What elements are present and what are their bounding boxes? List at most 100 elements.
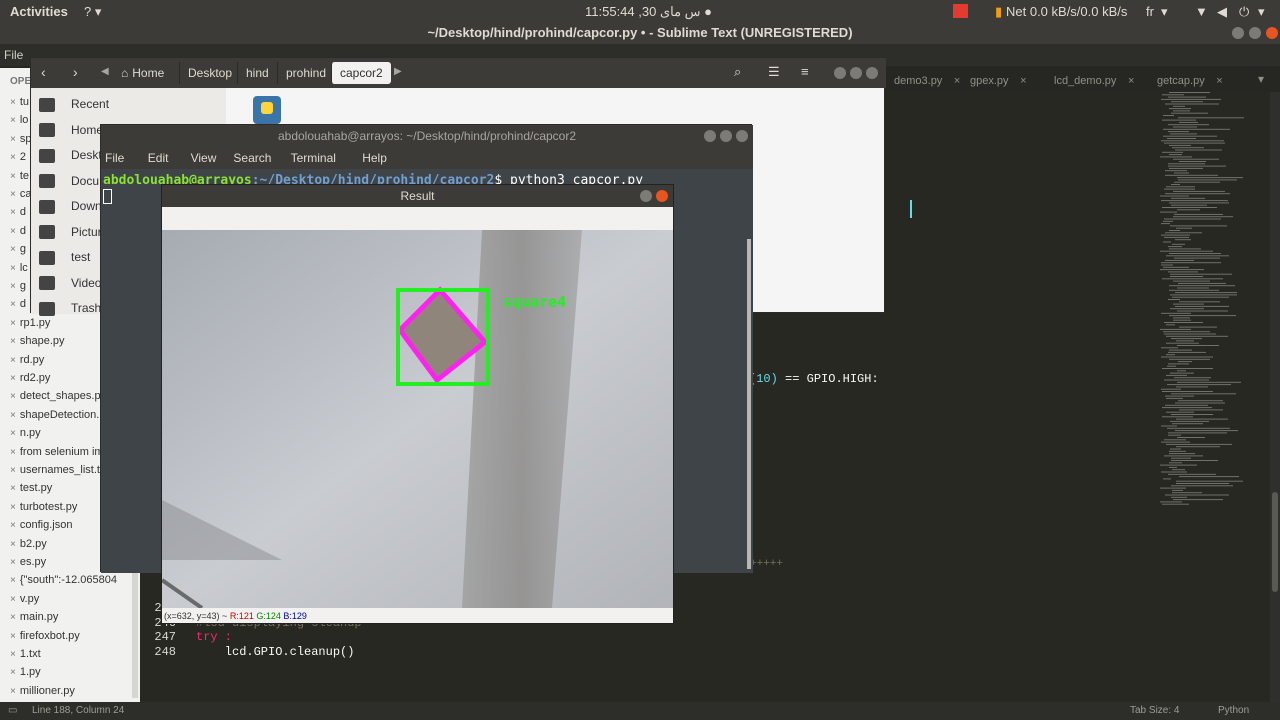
- camera-frame[interactable]: square4: [162, 230, 673, 608]
- crumb-prohind[interactable]: prohind: [277, 62, 334, 84]
- close-icon[interactable]: ×: [10, 373, 16, 384]
- close-icon[interactable]: ×: [10, 244, 16, 255]
- place-item[interactable]: Down: [39, 194, 102, 218]
- minimize-button[interactable]: [834, 67, 846, 79]
- sidebar-file-item[interactable]: × main.py: [10, 609, 130, 625]
- red-status-icon[interactable]: [953, 4, 968, 18]
- close-icon[interactable]: ×: [10, 391, 16, 402]
- close-icon[interactable]: ×: [10, 318, 16, 329]
- place-item[interactable]: Home: [39, 118, 103, 142]
- maximize-button[interactable]: [720, 130, 732, 142]
- sidebar-file-item[interactable]: × 1.txt: [10, 646, 130, 662]
- tab-overflow-icon[interactable]: ▾: [1258, 72, 1264, 86]
- close-button[interactable]: [866, 67, 878, 79]
- close-icon[interactable]: ×: [10, 557, 16, 568]
- close-icon[interactable]: ×: [1020, 71, 1026, 91]
- sidebar-file-item[interactable]: × {"south":-12.065804: [10, 572, 130, 588]
- menu-icon[interactable]: ≡: [801, 64, 809, 79]
- terminal-scrollbar[interactable]: [747, 239, 751, 569]
- close-icon[interactable]: ×: [10, 631, 16, 642]
- close-icon[interactable]: ×: [10, 336, 16, 347]
- network-speed[interactable]: Net 0.0 kB/s/0.0 kB/s: [1006, 4, 1127, 19]
- tab-demo3[interactable]: demo3.py ×: [880, 71, 960, 91]
- menu-file[interactable]: File: [4, 48, 23, 62]
- close-icon[interactable]: ×: [1128, 71, 1134, 91]
- status-icon[interactable]: ▭: [8, 705, 17, 716]
- crumb-left-icon[interactable]: ◀: [101, 66, 109, 77]
- minimize-button[interactable]: [1232, 27, 1244, 39]
- tab-size[interactable]: Tab Size: 4: [1130, 705, 1179, 716]
- close-icon[interactable]: ×: [10, 612, 16, 623]
- close-icon[interactable]: ×: [10, 428, 16, 439]
- place-item[interactable]: Deskt: [39, 143, 102, 167]
- scrollbar-thumb[interactable]: [1272, 492, 1278, 592]
- close-button[interactable]: [1266, 27, 1278, 39]
- close-icon[interactable]: ×: [10, 171, 16, 182]
- sidebar-file-item[interactable]: × millioner.py: [10, 683, 130, 699]
- crumb-hind[interactable]: hind: [237, 62, 277, 84]
- close-icon[interactable]: ×: [10, 115, 16, 126]
- chevron-down-icon[interactable]: ▾: [1258, 4, 1265, 20]
- tab-gpex[interactable]: gpex.py ×: [956, 71, 1027, 91]
- place-item[interactable]: test: [39, 245, 90, 269]
- close-icon[interactable]: ×: [10, 465, 16, 476]
- crumb-home[interactable]: ⌂ Home: [113, 62, 172, 84]
- syntax-indicator[interactable]: Python: [1218, 705, 1249, 716]
- tab-getcap[interactable]: getcap.py ×: [1143, 71, 1223, 91]
- close-icon[interactable]: ×: [10, 502, 16, 513]
- activities-button[interactable]: Activities: [10, 4, 68, 19]
- maximize-button[interactable]: [1249, 27, 1261, 39]
- sidebar-file-item[interactable]: × v.py: [10, 591, 130, 607]
- list-view-icon[interactable]: ☰: [768, 64, 780, 80]
- close-icon[interactable]: ×: [10, 594, 16, 605]
- close-icon[interactable]: ×: [10, 686, 16, 697]
- place-item[interactable]: Docu: [39, 169, 99, 193]
- close-icon[interactable]: ×: [10, 97, 16, 108]
- close-icon[interactable]: ×: [10, 207, 16, 218]
- terminal-menu-item[interactable]: Help: [362, 151, 387, 165]
- sidebar-file-item[interactable]: × firefoxbot.py: [10, 628, 130, 644]
- python-file-icon[interactable]: [253, 96, 281, 124]
- terminal-menu-item[interactable]: Search: [233, 151, 271, 165]
- close-icon[interactable]: ×: [10, 649, 16, 660]
- terminal-menu-item[interactable]: View: [191, 151, 217, 165]
- close-icon[interactable]: ×: [10, 410, 16, 421]
- close-icon[interactable]: ×: [10, 134, 16, 145]
- volume-icon[interactable]: ◀: [1217, 4, 1227, 20]
- close-icon[interactable]: ×: [10, 281, 16, 292]
- sidebar-file-item[interactable]: × 1.py: [10, 664, 130, 680]
- terminal-menu-item[interactable]: Edit: [148, 151, 169, 165]
- crumb-desktop[interactable]: Desktop: [179, 62, 240, 84]
- wifi-icon[interactable]: ▼: [1195, 4, 1208, 19]
- close-icon[interactable]: ×: [10, 226, 16, 237]
- forward-icon[interactable]: ›: [73, 64, 78, 80]
- clock[interactable]: س مای 30, 11:55:44 ●: [585, 4, 712, 20]
- crumb-capcor2[interactable]: capcor2: [331, 62, 391, 84]
- minimap[interactable]: [1155, 92, 1270, 702]
- close-icon[interactable]: ×: [10, 667, 16, 678]
- close-icon[interactable]: ×: [10, 189, 16, 200]
- close-icon[interactable]: ×: [10, 152, 16, 163]
- close-icon[interactable]: ×: [10, 299, 16, 310]
- place-item[interactable]: Pictur: [39, 220, 102, 244]
- close-icon[interactable]: ×: [10, 355, 16, 366]
- chevron-down-icon[interactable]: ▾: [1161, 4, 1168, 20]
- editor-scrollbar[interactable]: [1270, 92, 1280, 702]
- minimize-button[interactable]: [640, 190, 652, 202]
- close-icon[interactable]: ×: [10, 483, 16, 494]
- maximize-button[interactable]: [850, 67, 862, 79]
- close-icon[interactable]: ×: [10, 263, 16, 274]
- place-item[interactable]: Trash: [39, 296, 101, 320]
- crumb-right-icon[interactable]: ▶: [394, 66, 402, 77]
- back-icon[interactable]: ‹: [41, 64, 46, 80]
- place-item[interactable]: Recent: [39, 92, 109, 116]
- place-item[interactable]: Video: [39, 271, 101, 295]
- close-button[interactable]: [656, 190, 668, 202]
- terminal-menu-item[interactable]: File: [105, 151, 124, 165]
- language-indicator[interactable]: fr: [1146, 4, 1154, 19]
- search-icon[interactable]: ⌕: [734, 64, 741, 80]
- minimize-button[interactable]: [704, 130, 716, 142]
- terminal-menu-item[interactable]: Terminal: [291, 151, 336, 165]
- close-icon[interactable]: ×: [10, 575, 16, 586]
- close-icon[interactable]: ×: [1216, 71, 1222, 91]
